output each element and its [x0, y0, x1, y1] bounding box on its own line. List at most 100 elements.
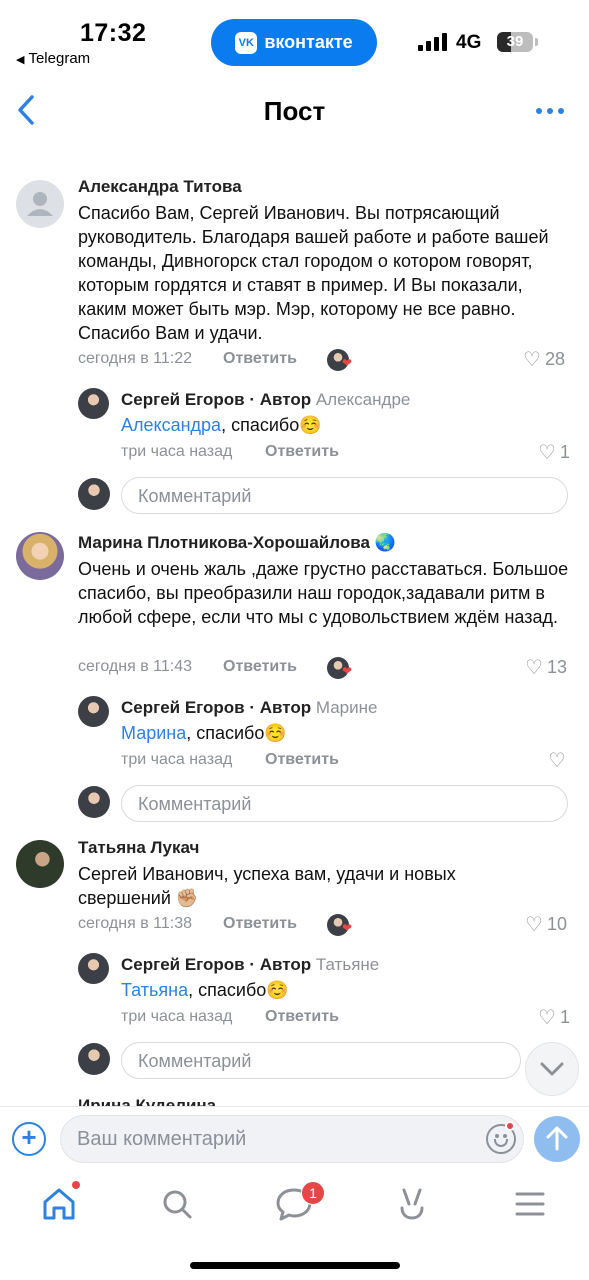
- emoji-notification-dot: [505, 1121, 515, 1131]
- reaction-heart-icon: ❤: [342, 664, 353, 678]
- reply-to: Марине: [315, 698, 378, 717]
- next-comment-author: Ирина Куделина: [78, 1096, 217, 1106]
- reply-text: Марина, спасибо☺️: [121, 721, 287, 745]
- like-count: 28: [544, 349, 565, 369]
- scroll-down-button[interactable]: [525, 1042, 579, 1096]
- clock: 17:32: [80, 19, 147, 47]
- main-comment-input[interactable]: Ваш комментарий: [60, 1115, 524, 1163]
- reaction-heart-icon: ❤: [342, 921, 353, 935]
- like-count: 1: [559, 1007, 570, 1027]
- reply-author[interactable]: Сергей Егоров · Автор: [121, 955, 311, 974]
- reply-text-body: , спасибо☺️: [186, 723, 287, 743]
- comment-text: Очень и очень жаль ,даже грустно расстав…: [78, 559, 569, 627]
- reaction-heart-icon: ❤: [342, 356, 353, 370]
- mention-link[interactable]: Татьяна: [121, 980, 188, 1000]
- comment-input[interactable]: Комментарий: [121, 477, 568, 514]
- reply-author-line: Сергей Егоров · Автор Марине: [121, 698, 377, 718]
- reply-button[interactable]: Ответить: [265, 1008, 339, 1026]
- comment-text: Спасибо Вам, Сергей Иванович. Вы потряса…: [78, 203, 549, 343]
- comment-author[interactable]: Марина Плотникова-Хорошайлова 🌏: [78, 533, 396, 553]
- vk-logo-icon: VK: [235, 31, 258, 54]
- battery-tip: [535, 38, 538, 46]
- home-indicator: [190, 1262, 400, 1269]
- home-notification-dot: [72, 1181, 80, 1189]
- reply-author[interactable]: Сергей Егоров · Автор: [121, 698, 311, 717]
- avatar[interactable]: [78, 953, 109, 984]
- mention-link[interactable]: Марина: [121, 723, 186, 743]
- tab-search[interactable]: [155, 1182, 199, 1226]
- reply-time: три часа назад: [121, 1008, 233, 1025]
- like-count: 1: [559, 442, 570, 462]
- network-type: 4G: [456, 32, 482, 53]
- reply-author-line: Сергей Егоров · Автор Александре: [121, 390, 410, 410]
- heart-outline-icon: ♡: [525, 657, 543, 679]
- heart-outline-icon: ♡: [523, 349, 541, 371]
- attach-plus-button[interactable]: +: [12, 1122, 46, 1156]
- like-count: 13: [546, 657, 567, 677]
- reply-text-body: , спасибо☺️: [188, 980, 289, 1000]
- reply-button[interactable]: Ответить: [265, 751, 339, 769]
- comment-author[interactable]: Татьяна Лукач: [78, 838, 199, 858]
- comment-author[interactable]: Александра Титова: [78, 177, 242, 197]
- comment-time: сегодня в 11:43: [78, 658, 193, 675]
- like-button[interactable]: ♡ 1: [538, 440, 570, 465]
- comment-input-bar: + Ваш комментарий: [0, 1106, 589, 1172]
- comment-time: сегодня в 11:22: [78, 350, 193, 367]
- chevron-down-icon: [540, 1062, 564, 1076]
- like-button[interactable]: ♡ 1: [538, 1005, 570, 1030]
- reply-button[interactable]: Ответить: [265, 443, 339, 461]
- messages-badge: 1: [301, 1181, 325, 1205]
- heart-outline-icon: ♡: [548, 750, 566, 772]
- reply-time: три часа назад: [121, 751, 233, 768]
- comment-input[interactable]: Комментарий: [121, 785, 568, 822]
- send-button[interactable]: [534, 1116, 580, 1162]
- reply-time: три часа назад: [121, 443, 233, 460]
- avatar[interactable]: [78, 388, 109, 419]
- back-triangle-icon: ◀: [16, 54, 25, 66]
- reply-to: Татьяне: [315, 955, 380, 974]
- reply-button[interactable]: Ответить: [223, 915, 297, 933]
- avatar: [78, 478, 110, 510]
- avatar[interactable]: [16, 532, 64, 580]
- reply-author-line: Сергей Егоров · Автор Татьяне: [121, 955, 379, 975]
- search-icon: [163, 1190, 192, 1219]
- like-button[interactable]: ♡ 10: [525, 912, 567, 937]
- status-bar: 17:32 ◀ Telegram VK вконтакте 4G 39: [0, 0, 589, 76]
- tab-clips[interactable]: [390, 1182, 434, 1226]
- avatar[interactable]: [16, 840, 64, 888]
- like-button[interactable]: ♡ 13: [525, 655, 567, 680]
- comment-text: Сергей Иванович, успеха вам, удачи и нов…: [78, 864, 456, 908]
- reply-author[interactable]: Сергей Егоров · Автор: [121, 390, 311, 409]
- avatar: [78, 1043, 110, 1075]
- heart-outline-icon: ♡: [538, 442, 556, 464]
- back-app-label: Telegram: [28, 50, 91, 67]
- reply-text: Татьяна, спасибо☺️: [121, 978, 289, 1002]
- more-dots-icon[interactable]: [536, 108, 564, 114]
- arrow-up-icon: [546, 1126, 568, 1151]
- avatar: [78, 786, 110, 818]
- battery-percent: 39: [506, 33, 524, 50]
- like-button[interactable]: ♡: [548, 748, 570, 773]
- battery-icon: 39: [497, 32, 533, 52]
- comment-time: сегодня в 11:38: [78, 915, 193, 932]
- menu-icon: [515, 1192, 545, 1216]
- reply-button[interactable]: Ответить: [223, 350, 297, 368]
- reply-text: Александра, спасибо☺️: [121, 413, 322, 437]
- avatar[interactable]: [16, 180, 64, 228]
- avatar[interactable]: [78, 696, 109, 727]
- back-to-telegram[interactable]: ◀ Telegram: [16, 50, 90, 67]
- comment-input[interactable]: Комментарий: [121, 1042, 521, 1079]
- like-count: 10: [546, 914, 567, 934]
- heart-outline-icon: ♡: [538, 1007, 556, 1029]
- cellular-signal-icon: [418, 33, 448, 51]
- reply-text-body: , спасибо☺️: [221, 415, 322, 435]
- mention-link[interactable]: Александра: [121, 415, 221, 435]
- vk-app-pill[interactable]: VK вконтакте: [211, 19, 377, 66]
- clips-icon: [400, 1188, 424, 1220]
- like-button[interactable]: ♡ 28: [523, 347, 565, 372]
- reply-button[interactable]: Ответить: [223, 658, 297, 676]
- page-title: Пост: [263, 96, 326, 126]
- heart-outline-icon: ♡: [525, 914, 543, 936]
- reply-to: Александре: [315, 390, 411, 409]
- tab-menu[interactable]: [508, 1182, 552, 1226]
